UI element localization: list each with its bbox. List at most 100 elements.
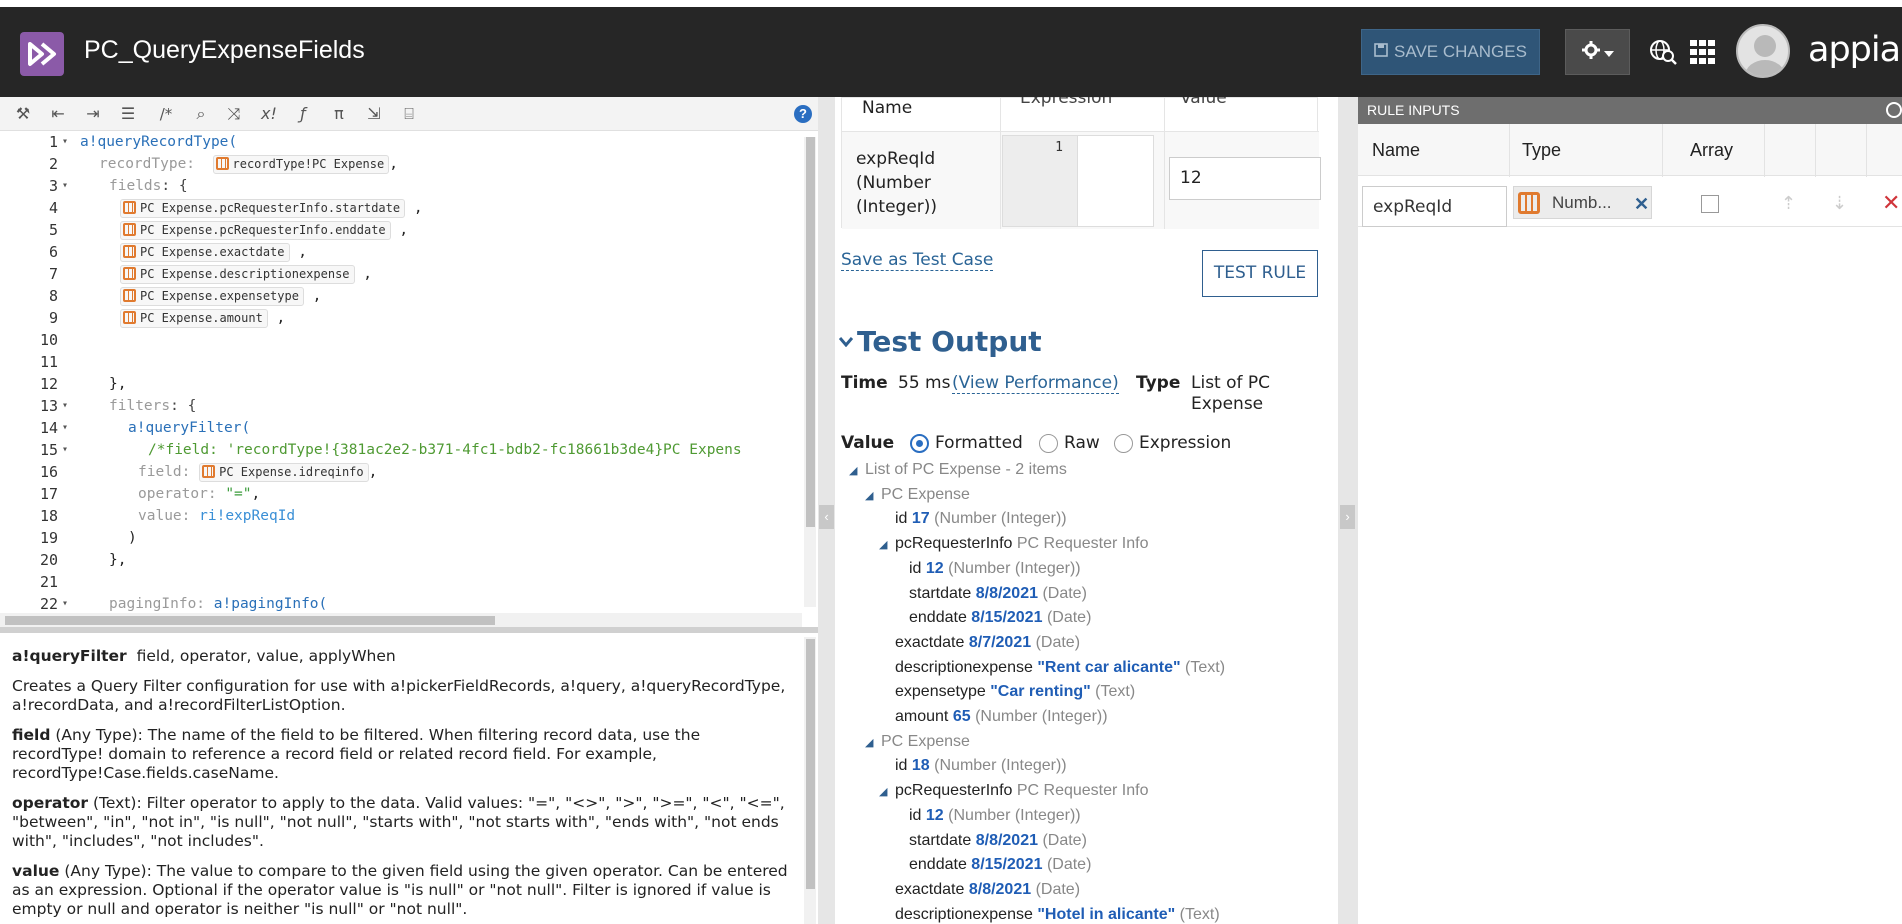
tree-node: id 12 (Number (Integer))	[909, 559, 1081, 577]
radio-raw[interactable]	[1039, 434, 1058, 453]
docs-param: operator (Text): Filter operator to appl…	[12, 794, 785, 850]
docs-function-params: field, operator, value, applyWhen	[136, 647, 396, 665]
pi-icon[interactable]: π	[328, 103, 350, 125]
tree-expand-icon[interactable]: ◢	[849, 459, 859, 484]
test-output-toggle[interactable]: Test Output	[838, 325, 1042, 358]
scrollbar-thumb[interactable]	[806, 137, 815, 527]
tree-node[interactable]: ◢ List of PC Expense - 2 items	[849, 457, 1067, 482]
view-performance-link[interactable]: (View Performance)	[952, 373, 1119, 394]
help-icon[interactable]: ?	[794, 105, 812, 123]
code-line-14: a!queryFilter(	[128, 420, 251, 436]
tree-node[interactable]: ◢ pcRequesterInfo PC Requester Info	[879, 531, 1148, 556]
move-up-icon[interactable]: ⇡	[1781, 193, 1796, 214]
comment-icon[interactable]: /*	[155, 103, 177, 125]
code-line-15: /*field: 'recordType!{381ac2e2-b371-4fc1…	[148, 442, 742, 458]
docs-function-name: a!queryFilter	[12, 647, 127, 665]
radio-expression[interactable]	[1114, 434, 1133, 453]
tree-node: descriptionexpense "Hotel in alicante" (…	[895, 905, 1220, 923]
scrollbar-thumb[interactable]	[806, 639, 815, 889]
shuffle-icon[interactable]: ⤨	[223, 103, 245, 125]
variable-icon[interactable]: x!	[258, 103, 280, 125]
editor-vertical-scrollbar[interactable]	[804, 137, 816, 607]
app-header: PC_QueryExpenseFields SAVE CHANGES appia…	[0, 0, 1902, 97]
query-search-icon[interactable]: ⌸	[398, 103, 420, 125]
code-line-19: )	[128, 530, 137, 546]
rule-inputs-splitter[interactable]: ›	[1338, 97, 1358, 924]
indent-icon[interactable]: ⇥	[82, 103, 104, 125]
expression-line-gutter: 1	[1002, 135, 1078, 227]
header-top-strip	[0, 0, 1902, 7]
rule-input-name-field[interactable]: expReqId	[1362, 186, 1507, 227]
save-changes-button[interactable]: SAVE CHANGES	[1361, 29, 1540, 75]
brand-logo-text: appian	[1808, 30, 1902, 70]
docs-vertical-scrollbar[interactable]	[804, 637, 816, 924]
field-chip[interactable]: PC Expense.expensetype	[120, 286, 304, 306]
format-list-icon[interactable]: ☰	[117, 103, 139, 125]
code-area[interactable]: 1 ▾ 2 3 ▾ 4 5 6 7 8 9 10 11 12 13 ▾ 14 ▾ 15 ▾ 16 17 18 19 20 21 22…	[0, 131, 802, 613]
close-icon[interactable]	[1886, 102, 1902, 118]
tree-node[interactable]: ◢ PC Expense	[865, 482, 970, 507]
settings-menu-button[interactable]	[1565, 29, 1630, 75]
record-icon	[123, 266, 136, 280]
chevron-down-icon	[1603, 42, 1614, 63]
collapse-right-icon[interactable]: ›	[1340, 505, 1355, 529]
docs-description: Creates a Query Filter configuration for…	[12, 677, 786, 714]
field-chip[interactable]: PC Expense.idreqinfo	[199, 462, 369, 482]
test-rule-button[interactable]: TEST RULE	[1202, 250, 1318, 297]
editor-horizontal-scrollbar[interactable]	[0, 613, 802, 627]
test-output-title: Test Output	[857, 325, 1042, 358]
field-chip[interactable]: PC Expense.exactdate	[120, 242, 290, 262]
tree-node[interactable]: ◢ pcRequesterInfo PC Requester Info	[879, 778, 1148, 803]
type-value: List of PC Expense	[1191, 373, 1271, 414]
field-chip[interactable]: PC Expense.pcRequesterInfo.startdate	[120, 198, 406, 218]
code-line-17: operator: "=",	[138, 486, 261, 502]
tree-node: id 18 (Number (Integer))	[895, 757, 1067, 775]
outdent-icon[interactable]: ⇤	[47, 103, 69, 125]
search-icon[interactable]: ⌕	[190, 103, 212, 125]
code-line-4: PC Expense.pcRequesterInfo.startdate ,	[120, 197, 423, 219]
apps-grid-icon[interactable]	[1690, 40, 1716, 69]
field-chip[interactable]: PC Expense.pcRequesterInfo.enddate	[120, 220, 391, 240]
editor-splitter[interactable]: ‹	[818, 97, 835, 924]
test-panel: Name Expression Value expReqId (Number (…	[835, 97, 1338, 924]
move-down-icon[interactable]: ⇣	[1832, 193, 1847, 214]
tree-expand-icon[interactable]: ◢	[865, 484, 875, 509]
page-title: PC_QueryExpenseFields	[84, 36, 365, 64]
rule-input-type-picker[interactable]: Numb... ✕	[1513, 186, 1652, 219]
collapse-left-icon[interactable]: ‹	[819, 505, 834, 529]
table-row: expReqId (Number (Integer)) 1 12	[842, 131, 1321, 229]
array-checkbox[interactable]	[1701, 195, 1719, 213]
table-row: expReqId Numb... ✕ ⇡ ⇣ ✕	[1358, 177, 1902, 227]
column-header-expression: Expression	[1020, 97, 1113, 108]
value-label: Value	[841, 433, 895, 453]
value-input[interactable]: 12	[1169, 157, 1321, 200]
tree-expand-icon[interactable]: ◢	[879, 533, 889, 558]
save-as-test-case-link[interactable]: Save as Test Case	[841, 250, 994, 271]
remove-type-icon[interactable]: ✕	[1634, 194, 1649, 215]
record-icon	[123, 310, 136, 324]
tree-node: startdate 8/8/2021 (Date)	[909, 831, 1087, 849]
expression-input[interactable]	[1078, 135, 1154, 227]
record-icon	[123, 244, 136, 258]
radio-formatted[interactable]	[910, 434, 929, 453]
globe-search-icon[interactable]	[1649, 39, 1677, 70]
tree-expand-icon[interactable]: ◢	[879, 780, 889, 805]
field-chip[interactable]: PC Expense.descriptionexpense	[120, 264, 355, 284]
tree-node: startdate 8/8/2021 (Date)	[909, 584, 1087, 602]
field-chip[interactable]: PC Expense.amount	[120, 308, 268, 328]
code-line-22: pagingInfo: a!pagingInfo(	[109, 596, 328, 612]
code-line-1: a!queryRecordType(	[80, 134, 238, 150]
magic-wand-icon[interactable]: ⚒	[12, 103, 34, 125]
code-line-16: field: PC Expense.idreqinfo,	[138, 462, 378, 482]
rule-inputs-header: RULE INPUTS	[1358, 97, 1902, 124]
record-type-chip[interactable]: recordType!PC Expense	[212, 154, 390, 174]
tree-expand-icon[interactable]: ◢	[865, 731, 875, 756]
user-avatar[interactable]	[1736, 24, 1790, 78]
export-icon[interactable]: ⇲	[363, 103, 385, 125]
delete-icon[interactable]: ✕	[1882, 190, 1900, 216]
app-logo-icon[interactable]	[20, 32, 64, 76]
code-line-2: recordType: recordType!PC Expense,	[99, 154, 398, 174]
scrollbar-thumb[interactable]	[5, 616, 495, 625]
function-icon[interactable]: ƒ	[292, 103, 314, 125]
tree-node[interactable]: ◢ PC Expense	[865, 729, 970, 754]
